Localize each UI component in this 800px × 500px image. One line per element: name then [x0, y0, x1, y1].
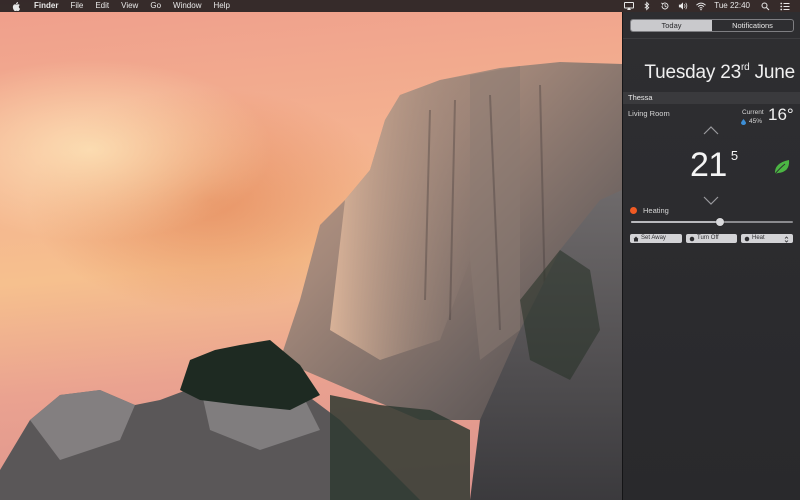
tab-notifications[interactable]: Notifications [712, 20, 793, 31]
slider-fill [631, 221, 720, 223]
menu-edit[interactable]: Edit [89, 0, 115, 12]
thermostat-actions: Set Away Turn Off Heat [630, 234, 793, 243]
date-month: June [754, 62, 796, 83]
room-name: Living Room [628, 109, 670, 118]
target-temperature: 21 5 [690, 146, 738, 185]
menu-bar: Finder File Edit View Go Window Help Tue… [0, 0, 800, 12]
heating-label: Heating [643, 206, 669, 215]
apple-logo-icon[interactable] [10, 0, 22, 12]
menu-app-finder[interactable]: Finder [30, 0, 64, 12]
current-label: Current [742, 109, 764, 116]
humidity-value: 45% [749, 118, 763, 125]
status-menus: Tue 22:40 [620, 0, 800, 12]
temperature-slider[interactable] [631, 218, 793, 226]
chevron-up-icon[interactable] [703, 122, 719, 135]
heat-mode-value: Heat [744, 234, 765, 243]
set-away-label: Set Away [641, 235, 666, 241]
widget-title[interactable]: Thessa [623, 92, 800, 104]
water-drop-icon [741, 119, 746, 125]
slider-thumb[interactable] [716, 218, 724, 226]
turn-off-button[interactable]: Turn Off [686, 234, 737, 243]
chevron-down-icon[interactable] [703, 192, 719, 205]
bluetooth-icon[interactable] [642, 1, 652, 11]
heat-mode-select[interactable]: Heat [741, 234, 793, 243]
notification-center-panel: Today Notifications Tuesday 23rd June Th… [622, 12, 800, 500]
menu-help[interactable]: Help [207, 0, 235, 12]
menu-go[interactable]: Go [144, 0, 167, 12]
search-icon[interactable] [760, 1, 770, 11]
updown-chevron-icon [784, 235, 790, 243]
turn-off-label: Turn Off [697, 235, 719, 241]
time-machine-icon[interactable] [660, 1, 670, 11]
menu-file[interactable]: File [64, 0, 89, 12]
current-temperature: 16° [768, 105, 794, 124]
power-dot-icon [689, 236, 695, 242]
humidity-readout: 45% [741, 118, 762, 125]
heating-status: Heating [630, 206, 669, 215]
menu-window[interactable]: Window [167, 0, 207, 12]
menu-view[interactable]: View [115, 0, 144, 12]
today-date: Tuesday 23rd June [623, 62, 800, 84]
airplay-icon[interactable] [624, 1, 635, 11]
heat-mode-label: Heat [752, 235, 765, 241]
target-temperature-value: 21 [690, 146, 727, 184]
heating-indicator-dot [630, 207, 637, 214]
list-icon[interactable] [780, 1, 790, 11]
set-away-button[interactable]: Set Away [630, 234, 682, 243]
mode-dot-icon [744, 236, 750, 242]
tab-today[interactable]: Today [631, 20, 712, 31]
today-notifications-segmented-control: Today Notifications [630, 19, 794, 32]
target-temperature-fraction: 5 [730, 148, 738, 163]
date-weekday-day: Tuesday 23 [644, 62, 741, 83]
date-ordinal: rd [741, 62, 750, 73]
menu-clock[interactable]: Tue 22:40 [714, 0, 750, 12]
home-icon [633, 236, 639, 242]
leaf-icon [772, 157, 792, 177]
volume-icon[interactable] [678, 1, 688, 11]
wifi-icon[interactable] [696, 1, 707, 11]
panel-divider [623, 38, 800, 39]
